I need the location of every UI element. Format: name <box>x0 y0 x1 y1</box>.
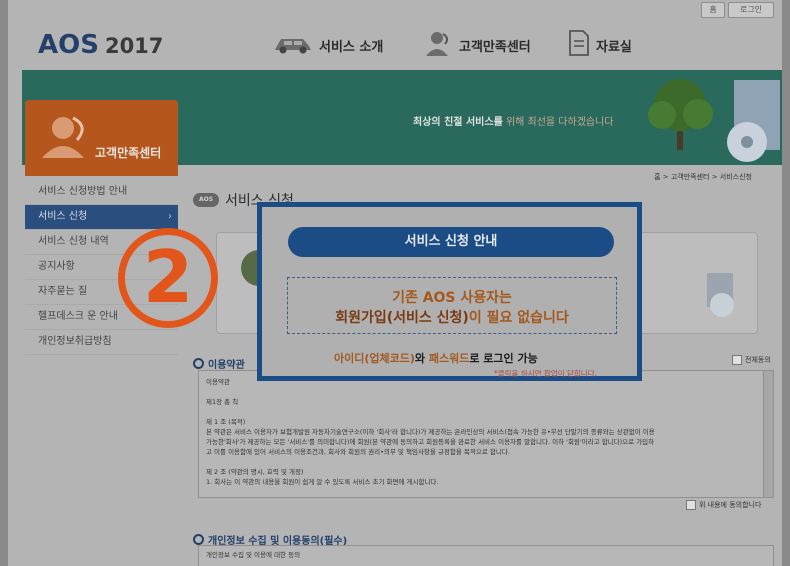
terms-line <box>206 387 755 397</box>
popup-line2-emph: 회원가입(서비스 신청) <box>335 310 469 326</box>
logo-year: 2017 <box>104 34 164 58</box>
sidebar-item-privacy[interactable]: 개인정보취급방침 <box>25 330 178 355</box>
nav-support-center[interactable]: 고객만족센터 <box>423 30 531 60</box>
popup-close-note[interactable]: *클릭을 하시면 팝업이 닫힙니다. <box>494 368 597 379</box>
terms-textarea[interactable]: 이용약관 제1장 총 칙 제 1 조 (목적) 본 약관은 서비스 이용자가 보험… <box>198 370 774 498</box>
breadcrumb: 홈 > 고객만족센터 > 서비스신청 <box>654 173 752 181</box>
bullet-icon <box>193 358 204 369</box>
popup-login-info: 아이디(업체코드)와 패스워드로 로그인 가능 <box>334 350 538 366</box>
page-frame: 홈 로그인 AOS 2017 서비스 소개 고객만족센터 자료실 최상의 친절 서… <box>8 0 782 566</box>
login-rest-text: 로 로그인 가능 <box>469 352 538 365</box>
privacy-textarea[interactable]: 개인정보 수집 및 이용에 대한 동의 <box>198 545 774 566</box>
terms-line: 고 이를 이용함에 있어 서비스의 이용조건과, 회사와 회원의 권리•의무 및… <box>206 448 510 456</box>
login-pw-text: 패스워드 <box>428 352 470 365</box>
terms-line: 제 1 조 (목적) <box>206 418 246 426</box>
nav-label: 고객만족센터 <box>459 39 531 55</box>
nav-label: 자료실 <box>596 39 632 55</box>
step-number-marker: 2 <box>118 228 218 328</box>
car-icon <box>273 32 313 58</box>
banner-slogan: 최상의 친절 서비스를 위해 최선을 다하겠습니다 <box>413 113 614 128</box>
login-button[interactable]: 로그인 <box>728 2 774 18</box>
terms-line <box>206 457 755 467</box>
terms-line <box>206 407 755 417</box>
terms-line: 본 약관은 서비스 이용자가 보험개발원 자동차기술연구소(이하 '회사'라 합… <box>206 428 655 436</box>
terms-line: 가능한'회사'가 제공하는 모든 '서비스'를 의미합니다)에 회원(본 약관에… <box>206 438 655 446</box>
bullet-icon <box>193 534 204 545</box>
login-id-text: 아이디(업체코드) <box>334 352 415 365</box>
login-and-text: 와 <box>414 352 429 365</box>
checkbox-box[interactable] <box>732 355 742 365</box>
support-person-icon <box>423 30 453 60</box>
checkbox-label: 위 내용에 동의합니다 <box>699 501 762 509</box>
slogan-bold: 최상의 친절 서비스를 <box>413 117 503 128</box>
privacy-line: 개인정보 수집 및 이용에 대한 동의 <box>206 551 301 559</box>
sidebar-title: 고객만족센터 <box>95 146 162 160</box>
checkbox-box[interactable] <box>686 500 696 510</box>
popup-line2: 회원가입(서비스 신청)이 필요 없습니다 <box>288 307 616 327</box>
slogan-rest: 위해 최선을 다하겠습니다 <box>505 117 614 128</box>
popup-line1: 기존 AOS 사용자는 <box>392 290 512 306</box>
support-person-icon <box>42 116 84 158</box>
popup-title: 서비스 신청 안내 <box>288 227 614 257</box>
checkbox-label: 전체동의 <box>745 356 771 364</box>
logo[interactable]: AOS 2017 <box>38 30 163 60</box>
popup-line2-rest: 이 필요 없습니다 <box>468 310 569 326</box>
terms-section-title: 이용약관 <box>193 356 245 371</box>
logo-brand: AOS <box>38 30 99 60</box>
agree-all-checkbox[interactable]: 전체동의 <box>732 355 771 365</box>
aos-badge-icon: AOS <box>193 193 219 207</box>
scrollbar[interactable] <box>763 371 773 497</box>
terms-line: 제1장 총 칙 <box>206 398 239 406</box>
service-apply-popup[interactable]: 서비스 신청 안내 기존 AOS 사용자는 회원가입(서비스 신청)이 필요 없… <box>257 202 642 381</box>
sidebar-item-apply-guide[interactable]: 서비스 신청방법 안내 <box>25 180 178 205</box>
nav-service-intro[interactable]: 서비스 소개 <box>273 30 383 60</box>
home-button[interactable]: 홈 <box>701 2 725 18</box>
document-icon <box>568 30 590 60</box>
terms-line: 제 2 조 (약관의 명시, 효력 및 개정) <box>206 468 304 476</box>
nav-label: 서비스 소개 <box>319 39 384 55</box>
agree-terms-checkbox[interactable]: 위 내용에 동의합니다 <box>686 500 761 510</box>
terms-line: 1. 회사는 이 약관의 내용을 회원이 쉽게 알 수 있도록 서비스 초기 화… <box>206 478 439 486</box>
nav-resources[interactable]: 자료실 <box>568 30 632 60</box>
sidebar-item-apply[interactable]: 서비스 신청 <box>25 205 178 230</box>
popup-message-box: 기존 AOS 사용자는 회원가입(서비스 신청)이 필요 없습니다 <box>287 277 617 334</box>
terms-content: 이용약관 제1장 총 칙 제 1 조 (목적) 본 약관은 서비스 이용자가 보험… <box>199 371 773 487</box>
sidebar-header: 고객만족센터 <box>25 100 178 176</box>
